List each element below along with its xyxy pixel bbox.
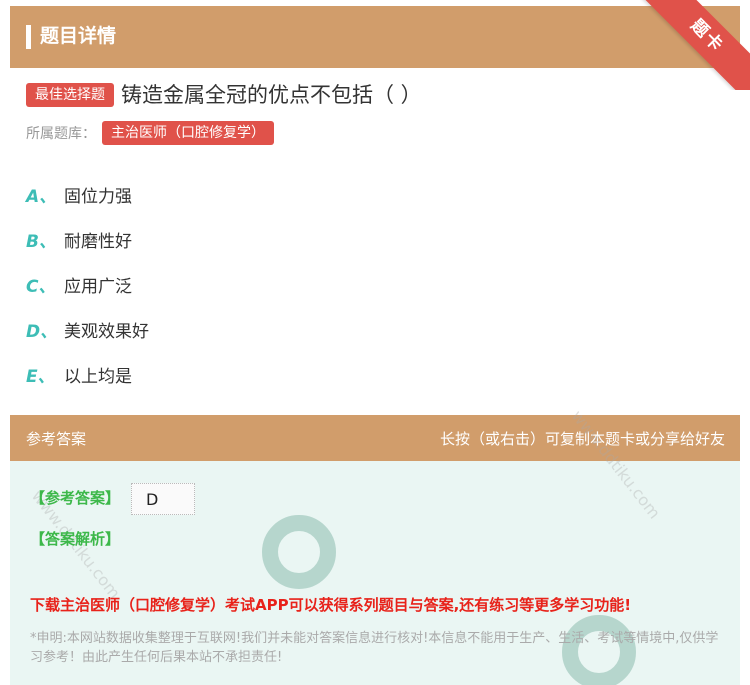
option-letter: E、	[26, 367, 55, 387]
watermark-logo	[262, 515, 336, 589]
answer-image: D	[131, 483, 195, 515]
option-letter: C、	[26, 277, 56, 297]
analysis-label: 【答案解析】	[30, 530, 121, 548]
library-label: 所属题库：	[26, 126, 96, 142]
option-d[interactable]: D、 美观效果好	[26, 307, 149, 352]
option-letter: A、	[26, 187, 57, 207]
option-text: 应用广泛	[64, 277, 132, 297]
download-app-link[interactable]: 下载主治医师（口腔修复学）考试APP可以获得系列题目与答案,还有练习等更多学习功…	[30, 594, 631, 615]
option-text: 耐磨性好	[64, 232, 132, 252]
option-c[interactable]: C、 应用广泛	[26, 262, 149, 307]
question-card-ribbon[interactable]: 题卡	[640, 0, 750, 90]
question-text: 铸造金属全冠的优点不包括（ ）	[121, 83, 422, 107]
library-tag[interactable]: 主治医师（口腔修复学）	[102, 121, 274, 145]
option-text: 以上均是	[64, 367, 132, 387]
page-title: 题目详情	[40, 25, 117, 47]
answer-label: 【参考答案】	[30, 489, 121, 507]
library-row: 所属题库： 主治医师（口腔修复学）	[26, 121, 274, 145]
page-header: 题目详情	[10, 6, 740, 68]
answer-header-hint: 长按（或右击）可复制本题卡或分享给好友	[439, 429, 725, 448]
option-text: 美观效果好	[64, 322, 149, 342]
answer-header: 参考答案 长按（或右击）可复制本题卡或分享给好友	[10, 415, 740, 461]
question-type-tag: 最佳选择题	[26, 83, 114, 107]
option-a[interactable]: A、 固位力强	[26, 172, 149, 217]
option-text: 固位力强	[64, 187, 132, 207]
option-letter: D、	[26, 322, 58, 342]
ribbon-label: 题卡	[641, 0, 750, 90]
option-e[interactable]: E、 以上均是	[26, 352, 149, 397]
header-accent-bar	[26, 25, 31, 49]
option-letter: B、	[26, 232, 56, 252]
options-list: A、 固位力强 B、 耐磨性好 C、 应用广泛 D、 美观效果好 E、 以上均是	[26, 172, 149, 397]
disclaimer-text: *申明:本网站数据收集整理于互联网!我们并未能对答案信息进行核对!本信息不能用于…	[30, 631, 719, 665]
option-b[interactable]: B、 耐磨性好	[26, 217, 149, 262]
answer-panel: 参考答案 长按（或右击）可复制本题卡或分享给好友 www.ddtiku.com …	[10, 407, 740, 685]
question-row: 最佳选择题 铸造金属全冠的优点不包括（ ）	[26, 80, 422, 110]
answer-header-title: 参考答案	[26, 429, 87, 448]
